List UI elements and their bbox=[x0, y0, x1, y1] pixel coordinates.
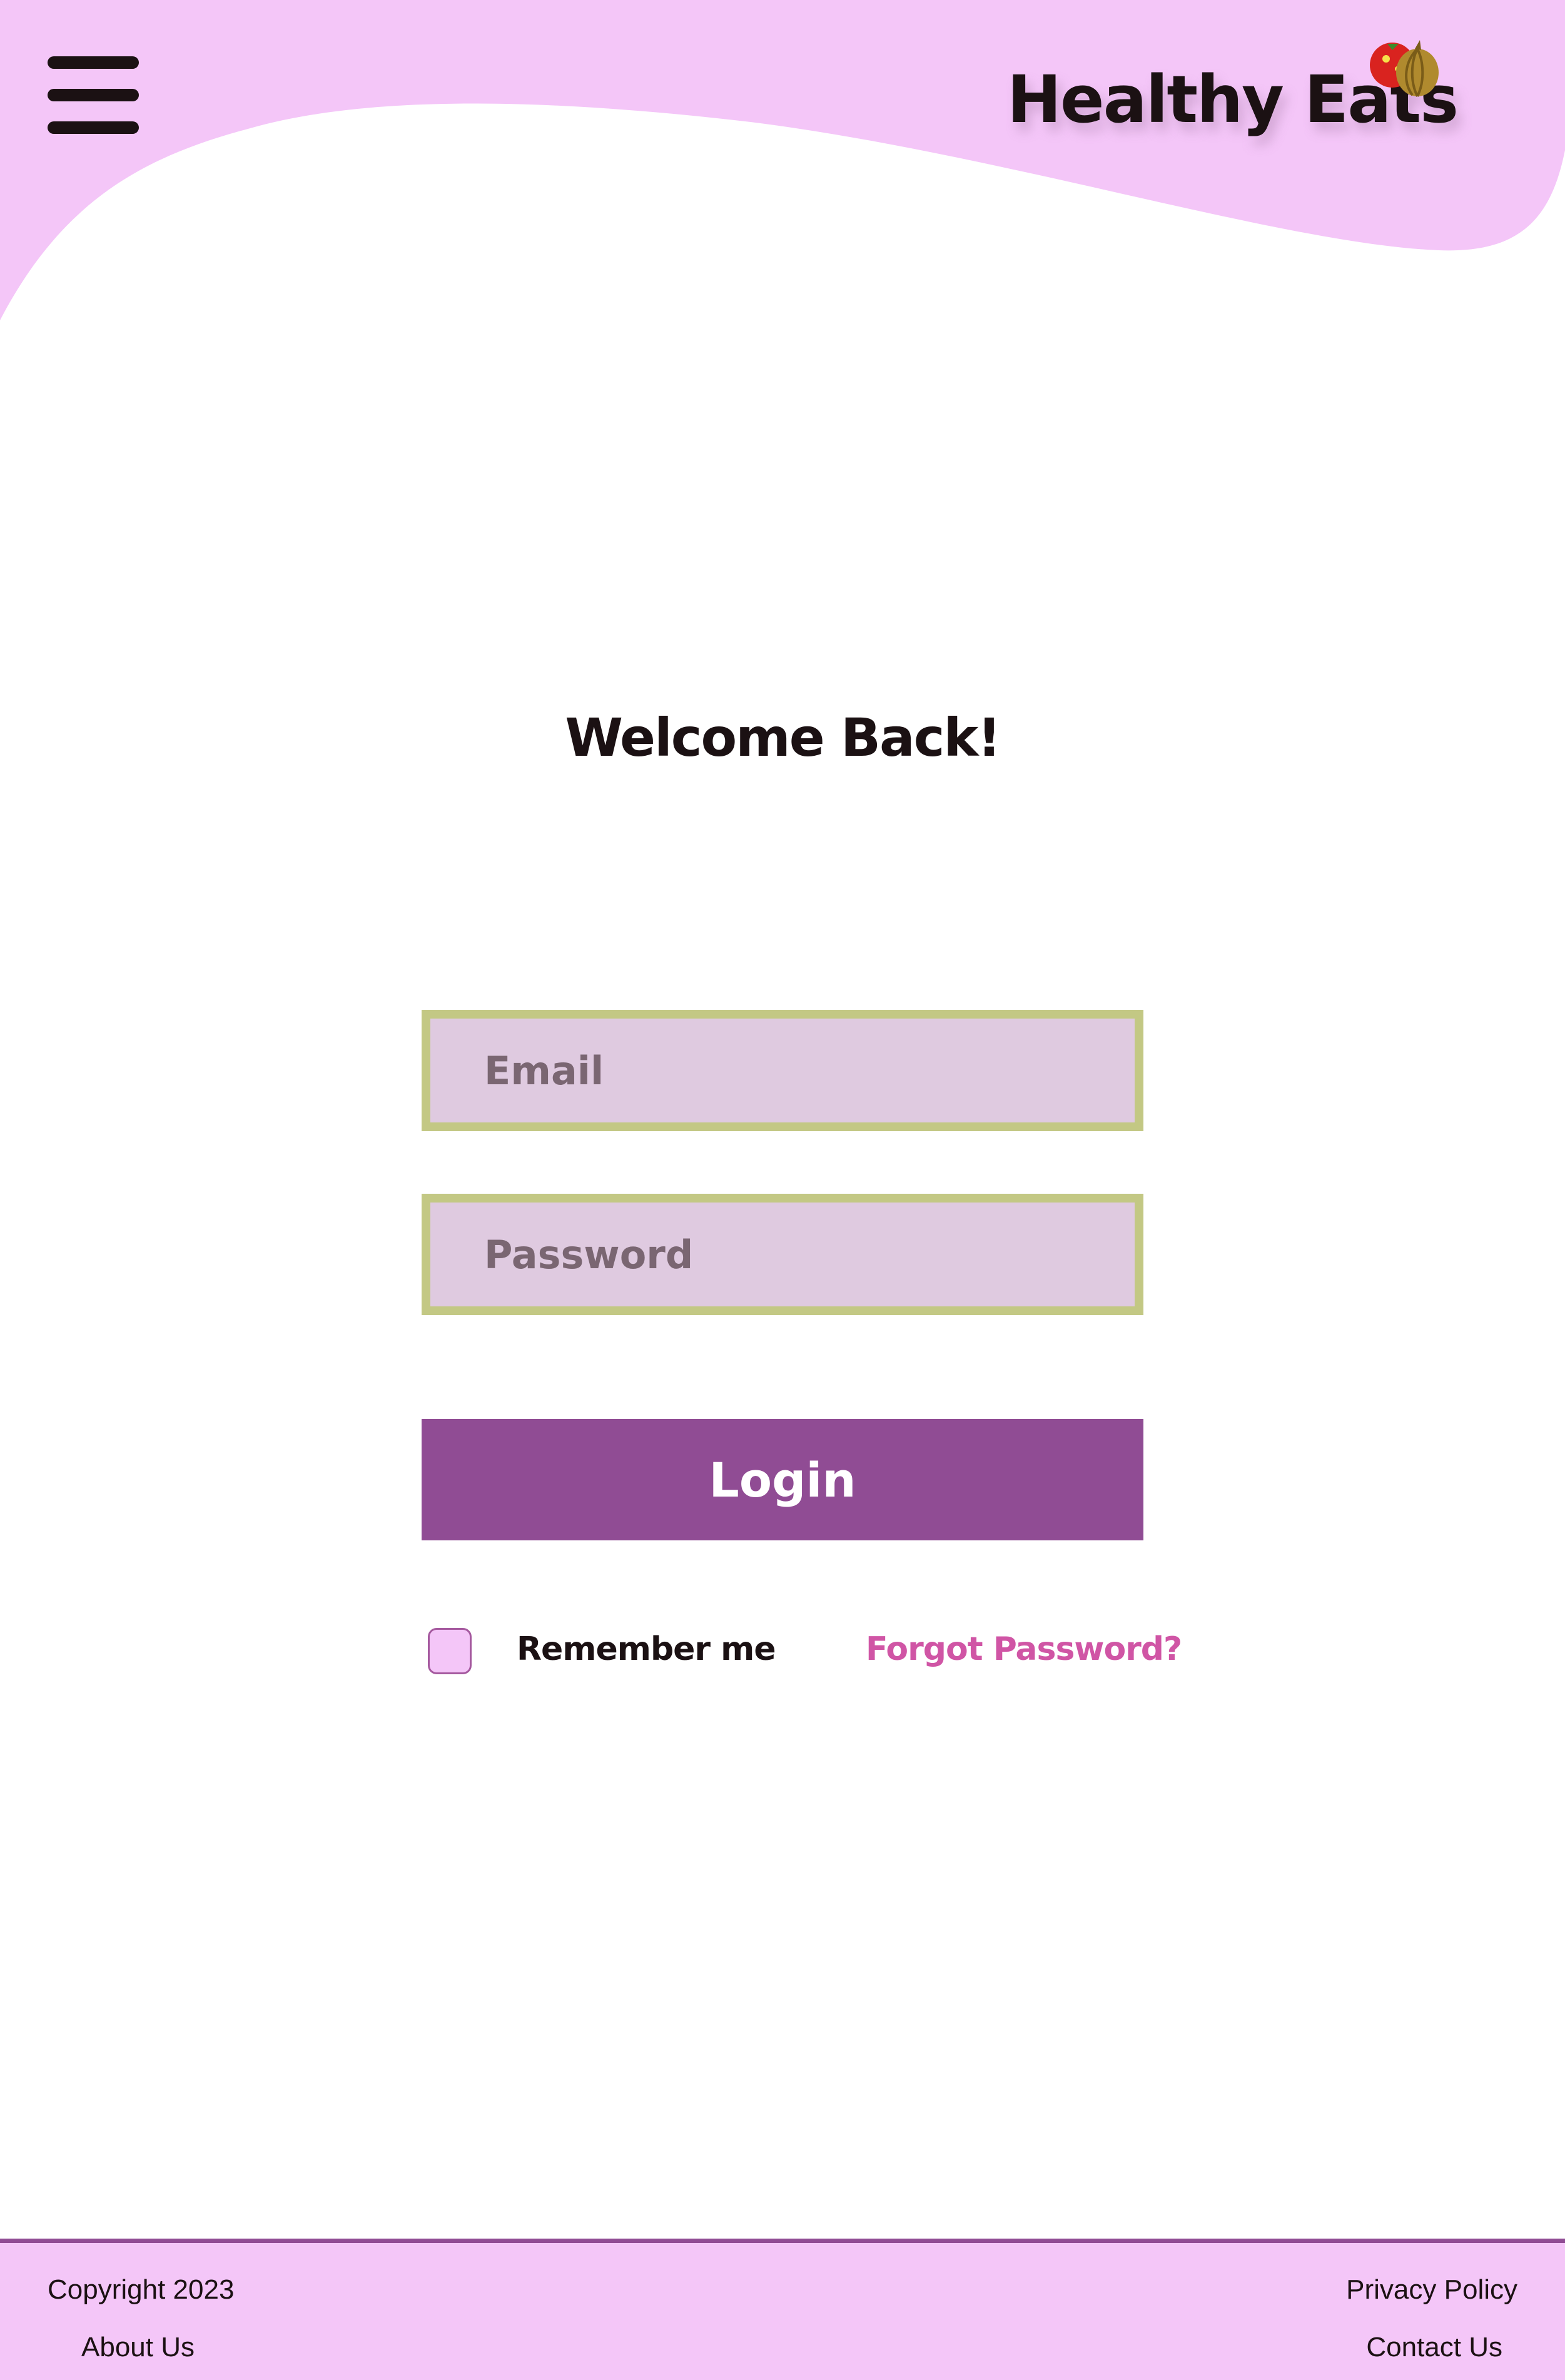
page-title: Welcome Back! bbox=[565, 707, 1001, 768]
remember-me-label[interactable]: Remember me bbox=[517, 1630, 776, 1668]
email-input[interactable] bbox=[430, 1019, 1135, 1122]
hamburger-menu-button[interactable] bbox=[45, 55, 141, 136]
privacy-policy-link[interactable]: Privacy Policy bbox=[1346, 2274, 1517, 2306]
password-field[interactable] bbox=[422, 1194, 1143, 1315]
header-wave-background bbox=[0, 0, 1565, 320]
brand-logo[interactable]: Healthy Eats bbox=[1007, 40, 1470, 155]
forgot-password-link[interactable]: Forgot Password? bbox=[866, 1630, 1182, 1668]
footer: Copyright 2023 About Us Privacy Policy C… bbox=[0, 2239, 1565, 2380]
hamburger-menu-icon bbox=[48, 56, 139, 69]
email-field[interactable] bbox=[422, 1010, 1143, 1131]
about-us-link[interactable]: About Us bbox=[81, 2332, 195, 2363]
copyright-text: Copyright 2023 bbox=[48, 2274, 235, 2305]
remember-me-checkbox[interactable] bbox=[428, 1628, 472, 1674]
contact-us-link[interactable]: Contact Us bbox=[1366, 2332, 1502, 2363]
tomato-onion-icon bbox=[1370, 40, 1439, 97]
password-input[interactable] bbox=[430, 1203, 1135, 1306]
login-button[interactable]: Login bbox=[422, 1419, 1143, 1540]
